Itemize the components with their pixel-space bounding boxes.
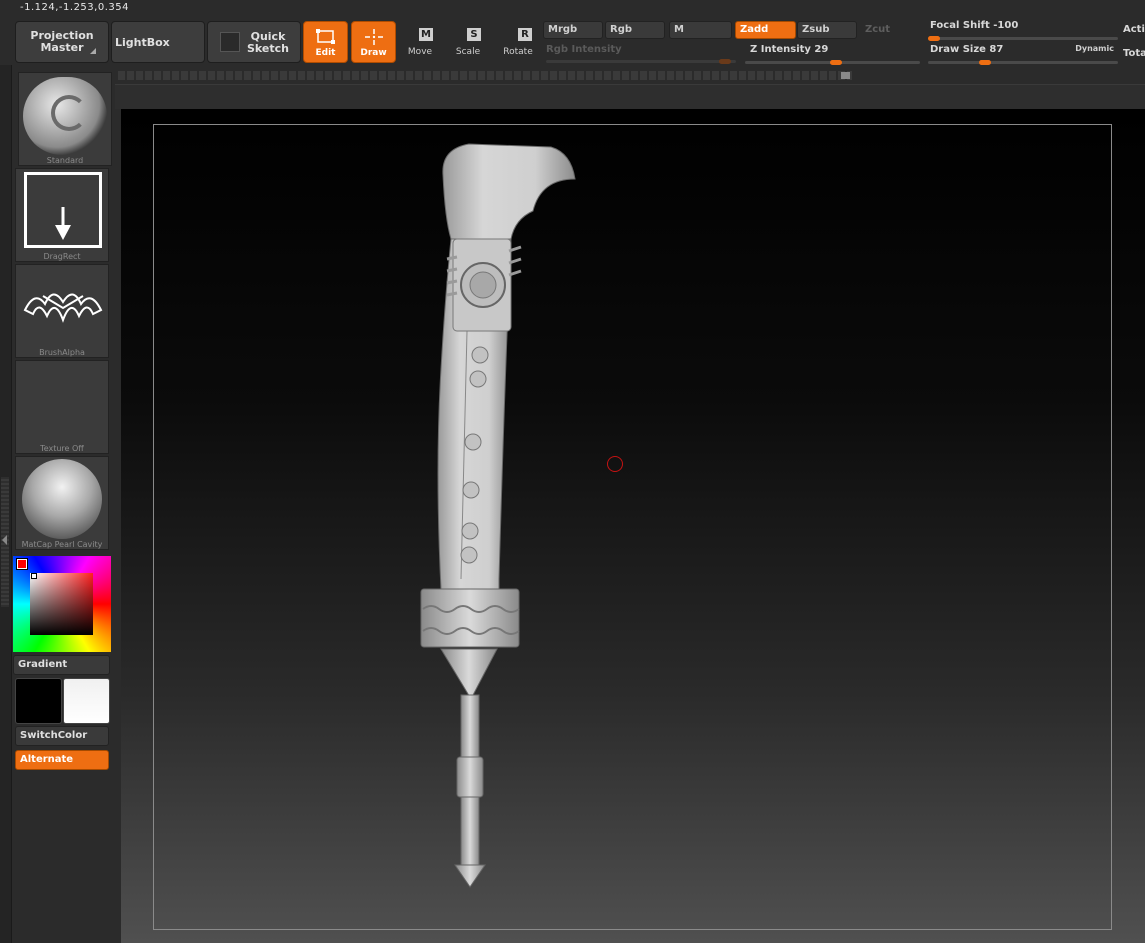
hue-marker[interactable] (16, 558, 28, 570)
tray-expand-arrow-icon[interactable] (2, 535, 7, 545)
secondary-color-swatch[interactable] (63, 678, 110, 724)
sculpt-model[interactable] (411, 139, 611, 899)
zadd-button[interactable]: Zadd (735, 21, 796, 39)
draw-size-name: Draw Size (930, 44, 986, 55)
edit-button[interactable]: Edit (303, 21, 348, 63)
alpha-tile[interactable]: BrushAlpha (15, 264, 109, 358)
z-intensity-name: Z Intensity (750, 44, 811, 55)
z-intensity-slider[interactable]: Z Intensity 29 (745, 43, 920, 65)
projection-master-label: Projection Master (30, 29, 94, 54)
focal-shift-knob[interactable] (928, 36, 940, 41)
gradient-button[interactable]: Gradient (13, 655, 110, 675)
brush-name: Standard (46, 156, 84, 165)
active-points-label: Acti (1123, 24, 1145, 35)
focal-shift-value: -100 (993, 20, 1019, 31)
mrgb-button[interactable]: Mrgb (543, 21, 603, 39)
rgb-button[interactable]: Rgb (605, 21, 665, 39)
projection-master-button[interactable]: Projection Master (15, 21, 109, 63)
rgb-intensity-slider[interactable]: Rgb Intensity (546, 43, 736, 65)
draw-icon (365, 29, 383, 45)
rgb-intensity-label: Rgb Intensity (546, 44, 622, 55)
rotate-label: Rotate (503, 47, 533, 57)
move-button[interactable]: M Move (403, 24, 437, 62)
draw-label: Draw (360, 48, 387, 58)
lightbox-button[interactable]: LightBox (111, 21, 205, 63)
z-intensity-knob[interactable] (830, 60, 842, 65)
draw-size-knob[interactable] (979, 60, 991, 65)
tribal-alpha-icon (23, 293, 103, 323)
material-name: MatCap Pearl Cavity (21, 540, 103, 549)
edit-label: Edit (315, 48, 336, 58)
corner-arrow-icon (90, 48, 96, 54)
document-canvas[interactable] (121, 109, 1145, 943)
canvas-header (115, 84, 1145, 109)
timeline-strip[interactable] (118, 71, 852, 80)
m-button[interactable]: M (669, 21, 732, 39)
z-intensity-value: 29 (814, 44, 829, 55)
color-picker[interactable] (13, 556, 111, 652)
color-square[interactable] (30, 573, 93, 635)
dynamic-toggle[interactable]: Dynamic (1075, 44, 1114, 53)
color-marker[interactable] (31, 573, 37, 579)
main-color-swatch[interactable] (15, 678, 62, 724)
draw-size-value: 87 (989, 44, 1004, 55)
down-arrow-icon (55, 207, 71, 240)
focal-shift-track (928, 37, 1118, 40)
alternate-button[interactable]: Alternate (15, 750, 109, 770)
texture-name: Texture Off (40, 444, 84, 453)
quick-sketch-button[interactable]: Quick Sketch (207, 21, 301, 63)
brush-swirl-icon (51, 95, 87, 131)
timeline-marker[interactable] (841, 72, 850, 79)
z-intensity-label: Z Intensity 29 (750, 44, 828, 55)
left-tray-edge (0, 65, 12, 943)
edit-icon (316, 29, 335, 44)
draw-size-slider[interactable]: Draw Size 87 Dynamic (928, 43, 1118, 65)
matcap-sphere-icon (22, 459, 102, 539)
rgb-intensity-knob[interactable] (719, 59, 731, 64)
lightbox-label: LightBox (115, 35, 170, 49)
stroke-name: DragRect (43, 252, 81, 261)
drag-rect-icon (24, 172, 102, 248)
move-label: Move (407, 47, 433, 57)
focal-shift-label: Focal Shift -100 (930, 20, 1018, 31)
zcut-button[interactable]: Zcut (860, 21, 910, 39)
texture-tile[interactable]: Texture Off (15, 360, 109, 454)
focal-shift-slider[interactable]: Focal Shift -100 (928, 19, 1118, 41)
scale-label: Scale (455, 47, 481, 57)
brush-cursor (607, 456, 623, 472)
scale-icon: S (467, 28, 481, 41)
scale-button[interactable]: S Scale (451, 24, 485, 62)
quick-sketch-label: Quick Sketch (246, 30, 289, 55)
draw-size-label: Draw Size 87 (930, 44, 1003, 55)
move-icon: M (419, 28, 433, 41)
material-tile[interactable]: MatCap Pearl Cavity (15, 456, 109, 550)
stroke-tile[interactable]: DragRect (15, 168, 109, 262)
quick-sketch-icon (220, 32, 240, 52)
alpha-name: BrushAlpha (39, 348, 85, 357)
draw-button[interactable]: Draw (351, 21, 396, 63)
draw-size-track (928, 61, 1118, 64)
total-points-label: Tota (1123, 48, 1145, 59)
coordinates-readout: -1.124,-1.253,0.354 (20, 2, 129, 13)
rgb-intensity-track (546, 60, 736, 63)
brush-tile[interactable]: Standard (18, 72, 112, 166)
rotate-button[interactable]: R Rotate (500, 24, 536, 62)
zsub-button[interactable]: Zsub (797, 21, 857, 39)
focal-shift-name: Focal Shift (930, 20, 990, 31)
canvas-frame (153, 124, 1112, 930)
switch-color-button[interactable]: SwitchColor (15, 726, 109, 746)
rotate-icon: R (518, 28, 532, 41)
